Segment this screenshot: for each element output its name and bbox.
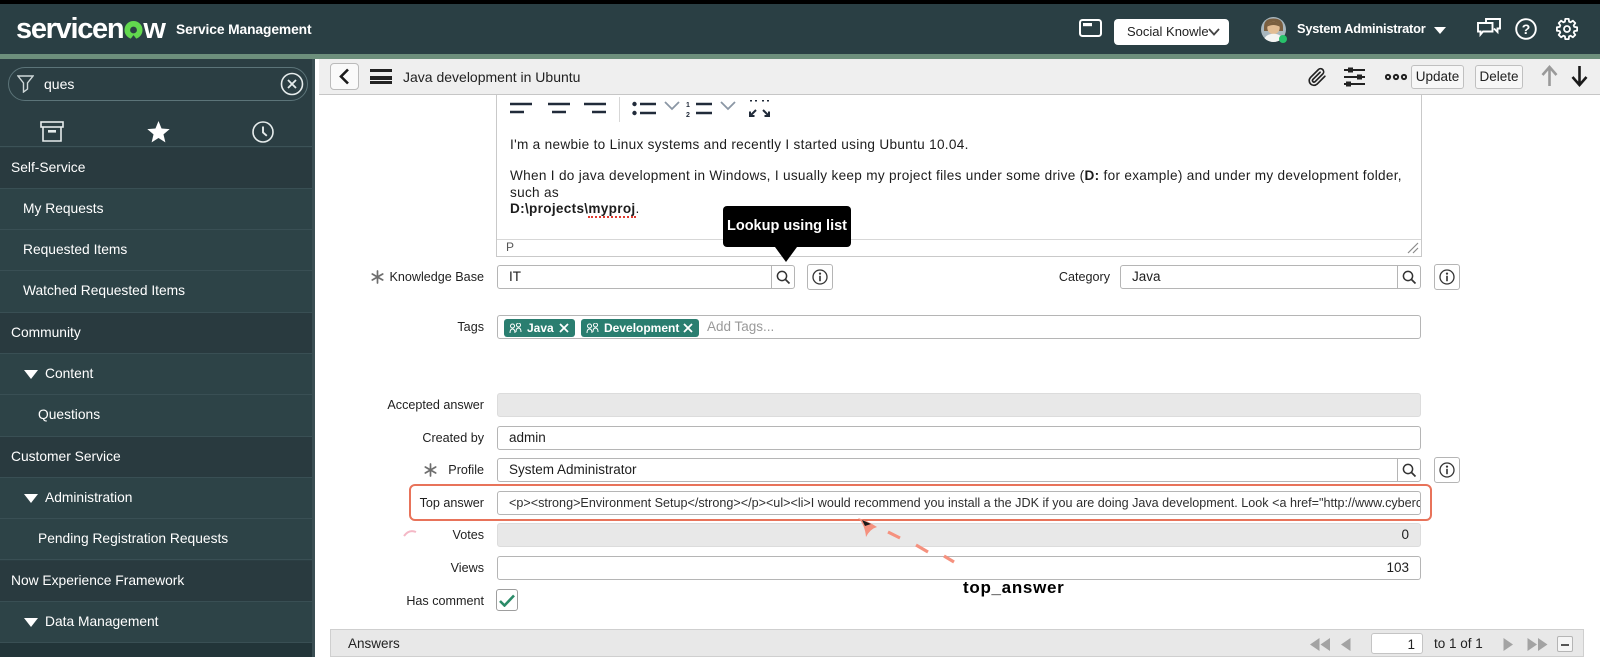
svg-text:2: 2 — [686, 112, 690, 118]
svg-text:?: ? — [1522, 21, 1531, 37]
svg-text:1: 1 — [686, 102, 690, 109]
